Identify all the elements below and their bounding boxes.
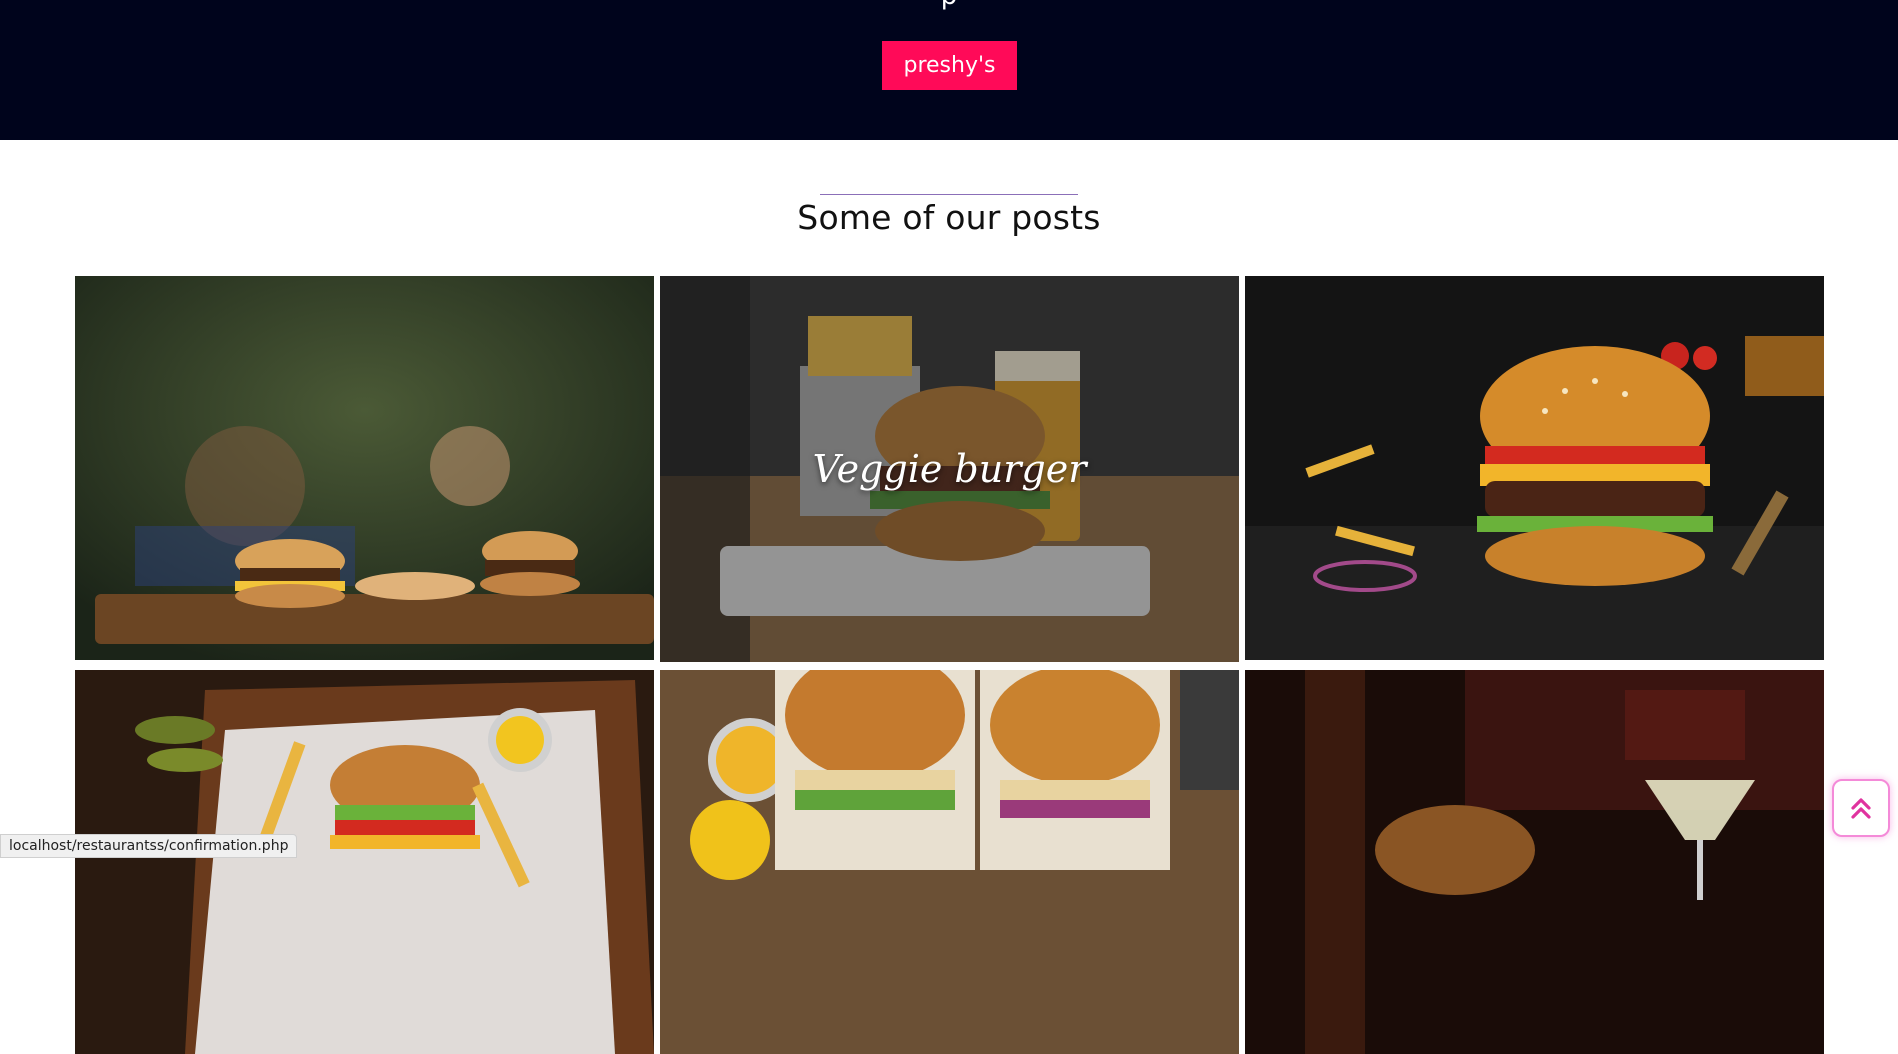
section-title: Some of our posts (797, 198, 1101, 237)
post-card-2[interactable]: Veggie burger (660, 276, 1239, 662)
double-chevron-up-icon (1851, 798, 1871, 819)
posts-gallery: Veggie burger (75, 276, 1825, 1054)
post-card-1[interactable] (75, 276, 654, 660)
post-caption: Veggie burger (812, 447, 1087, 491)
post-image-4 (75, 670, 654, 1054)
post-image-6 (1245, 670, 1824, 1054)
post-image-5 (660, 670, 1239, 1054)
post-image-3 (1245, 276, 1824, 660)
post-card-4[interactable] (75, 670, 654, 1054)
hero-clipped-text: p (0, 0, 1898, 9)
post-image-1 (75, 276, 654, 660)
scroll-to-top-button[interactable] (1832, 779, 1890, 837)
status-bar-url: localhost/restaurantss/confirmation.php (0, 834, 298, 858)
post-card-3[interactable] (1245, 276, 1824, 660)
post-card-6[interactable] (1245, 670, 1824, 1054)
post-card-5[interactable] (660, 670, 1239, 1054)
hero-banner: p preshy's (0, 0, 1898, 140)
title-divider (820, 194, 1078, 195)
brand-button[interactable]: preshy's (882, 41, 1017, 90)
posts-section-header: Some of our posts (0, 194, 1898, 237)
